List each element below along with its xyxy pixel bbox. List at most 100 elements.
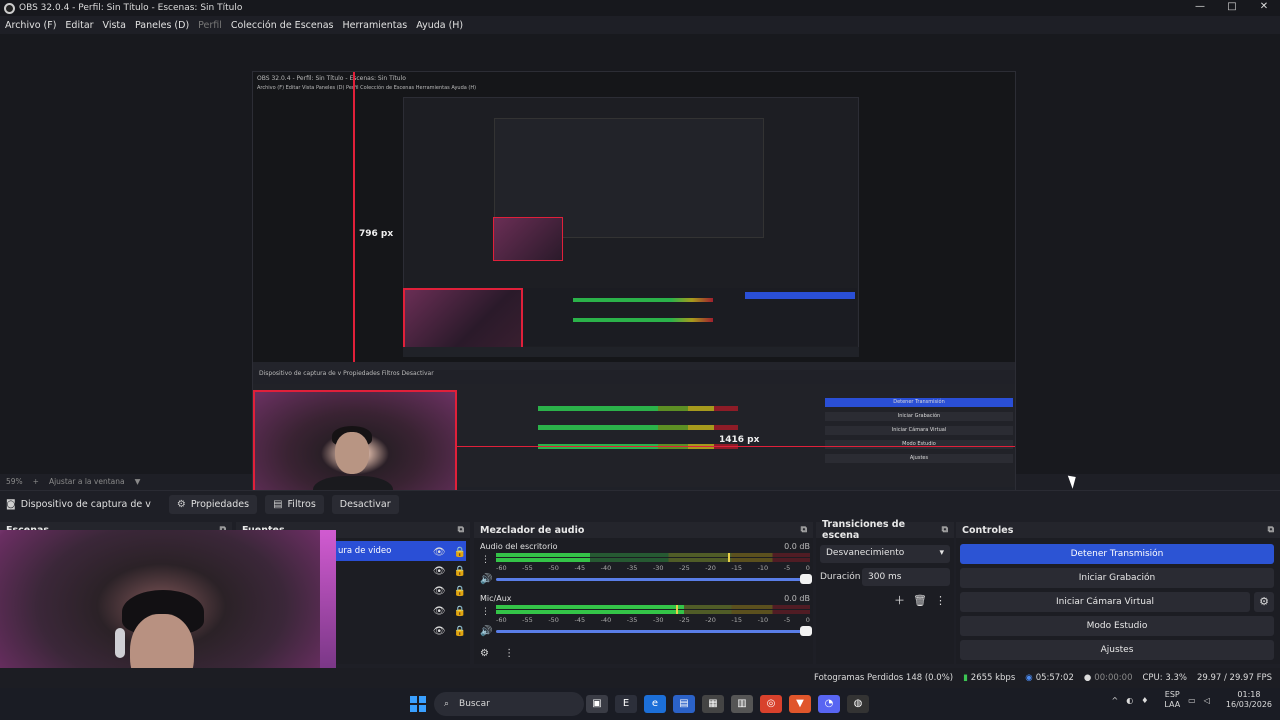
mixer-menu-icon[interactable]: ⋮	[504, 648, 514, 659]
height-guide-label: 796 px	[359, 229, 394, 239]
menu-scene-collection[interactable]: Colección de Escenas	[231, 20, 334, 31]
filters-label: Filtros	[287, 499, 316, 510]
undock-icon[interactable]: ⧉	[801, 525, 807, 535]
menu-edit[interactable]: Editar	[65, 20, 93, 31]
source-item[interactable]: 👁 🔒	[336, 601, 466, 621]
eye-icon[interactable]: 👁	[433, 606, 446, 617]
studio-mode-button[interactable]: Modo Estudio	[960, 616, 1274, 636]
menu-help[interactable]: Ayuda (H)	[416, 20, 463, 31]
source-item-video-capture[interactable]: ura de video 👁 🔒	[336, 541, 466, 561]
mic-icon[interactable]: ♦	[1141, 696, 1148, 705]
lock-icon[interactable]: 🔒	[454, 606, 466, 617]
maximize-button[interactable]: □	[1216, 0, 1248, 16]
nested-meter	[573, 298, 713, 302]
taskbar-search[interactable]: ⌕ Buscar	[434, 692, 584, 716]
gear-icon: ⚙	[176, 499, 186, 510]
start-recording-button[interactable]: Iniciar Grabación	[960, 568, 1274, 588]
speaker-icon[interactable]: 🔊	[480, 574, 496, 585]
task-view-icon[interactable]: ▣	[586, 695, 608, 713]
track-menu-icon[interactable]: ⋮	[481, 555, 490, 565]
scale-tick: 0	[805, 616, 810, 624]
network-icon[interactable]: ▭	[1188, 696, 1196, 705]
close-button[interactable]: ✕	[1248, 0, 1280, 16]
file-explorer-icon[interactable]: ▥	[731, 695, 753, 713]
mixer-track-desktop: Audio del escritorio 0.0 dB -60 -55 -50 -45…	[480, 542, 812, 585]
undock-icon[interactable]: ⧉	[942, 525, 948, 535]
mixer-footer: ⚙ ⋮	[480, 648, 514, 659]
store-icon[interactable]: ▦	[702, 695, 724, 713]
lang-bottom: LAA	[1164, 700, 1181, 709]
menu-profile[interactable]: Perfil	[198, 20, 222, 31]
nested-taskbar	[403, 347, 859, 357]
epic-games-icon[interactable]: E	[615, 695, 637, 713]
brave-icon[interactable]: ▼	[789, 695, 811, 713]
minimize-button[interactable]: —	[1184, 0, 1216, 16]
zoom-in-button[interactable]: +	[33, 477, 39, 486]
scale-tick: -55	[522, 564, 533, 572]
slider-handle[interactable]	[800, 574, 812, 584]
volume-meter	[496, 605, 810, 616]
transition-select[interactable]: Desvanecimiento ▾	[820, 545, 950, 563]
volume-icon[interactable]: ◁	[1204, 696, 1210, 705]
menu-docks[interactable]: Paneles (D)	[135, 20, 189, 31]
nested-meter	[538, 425, 738, 430]
source-item[interactable]: 👁 🔒	[336, 621, 466, 641]
notepad-icon[interactable]: ▤	[673, 695, 695, 713]
deactivate-button[interactable]: Desactivar	[331, 495, 399, 514]
add-icon[interactable]: ＋	[894, 594, 905, 607]
windows-start-icon[interactable]	[410, 696, 426, 712]
settings-button[interactable]: Ajustes	[960, 640, 1274, 660]
track-menu-icon[interactable]: ⋮	[481, 607, 490, 617]
menu-view[interactable]: Vista	[103, 20, 126, 31]
menu-file[interactable]: Archivo (F)	[5, 20, 56, 31]
duration-label: Duración	[820, 572, 861, 582]
eye-icon[interactable]: 👁	[433, 626, 446, 637]
volume-slider[interactable]	[496, 574, 812, 584]
tray-app-icon[interactable]: ◐	[1126, 696, 1133, 705]
meter-level	[496, 610, 685, 614]
chevron-up-icon[interactable]: ^	[1112, 696, 1119, 705]
bitrate: 2655 kbps	[970, 673, 1016, 683]
volume-fader-row: 🔊	[480, 626, 812, 637]
stop-stream-button[interactable]: Detener Transmisión	[960, 544, 1274, 564]
trash-icon[interactable]: 🗑	[913, 594, 927, 607]
properties-button[interactable]: ⚙ Propiedades	[168, 495, 258, 514]
scale-tick: -55	[522, 616, 533, 624]
more-icon[interactable]: ⋮	[935, 594, 946, 607]
filters-button[interactable]: ▤ Filtros	[265, 495, 324, 514]
undock-icon[interactable]: ⧉	[458, 525, 464, 535]
duration-input[interactable]: 300 ms	[862, 568, 950, 586]
zoom-dropdown-icon[interactable]: ▼	[135, 477, 141, 486]
lock-icon[interactable]: 🔒	[454, 586, 466, 597]
preview-area[interactable]: OBS 32.0.4 - Perfil: Sin Título - Escena…	[0, 34, 1280, 505]
slider-handle[interactable]	[800, 626, 812, 636]
language-indicator[interactable]: ESP LAA	[1156, 690, 1180, 710]
edge-icon[interactable]: e	[644, 695, 666, 713]
eye-icon[interactable]: 👁	[433, 566, 446, 577]
clock[interactable]: 01:18 16/03/2026	[1218, 690, 1272, 710]
fit-to-window-button[interactable]: Ajustar a la ventana	[49, 477, 125, 486]
obs-icon[interactable]: ◍	[847, 695, 869, 713]
lock-icon[interactable]: 🔒	[454, 566, 466, 577]
advanced-audio-icon[interactable]: ⚙	[480, 648, 489, 659]
lock-icon[interactable]: 🔒	[454, 626, 466, 637]
discord-icon[interactable]: ◔	[818, 695, 840, 713]
scale-tick: -15	[731, 564, 743, 572]
lock-icon[interactable]: 🔒	[454, 547, 466, 558]
nested-window-title: OBS 32.0.4 - Perfil: Sin Título - Escena…	[257, 75, 406, 82]
source-item[interactable]: 👁 🔒	[336, 561, 466, 581]
volume-slider[interactable]	[496, 626, 812, 636]
scale-tick: -10	[757, 616, 769, 624]
height-guide-line	[353, 72, 355, 362]
start-virtual-camera-button[interactable]: Iniciar Cámara Virtual	[960, 592, 1250, 612]
speaker-icon[interactable]: 🔊	[480, 626, 496, 637]
undock-icon[interactable]: ⧉	[1268, 525, 1274, 535]
gear-icon[interactable]: ⚙	[1254, 592, 1274, 612]
eye-icon[interactable]: 👁	[433, 586, 446, 597]
eye-icon[interactable]: 👁	[433, 547, 446, 558]
source-item[interactable]: 👁 🔒	[336, 581, 466, 601]
track-db: 0.0 dB	[784, 594, 810, 603]
preview-canvas[interactable]: OBS 32.0.4 - Perfil: Sin Título - Escena…	[252, 71, 1016, 505]
chrome-icon[interactable]: ◎	[760, 695, 782, 713]
menu-tools[interactable]: Herramientas	[343, 20, 408, 31]
